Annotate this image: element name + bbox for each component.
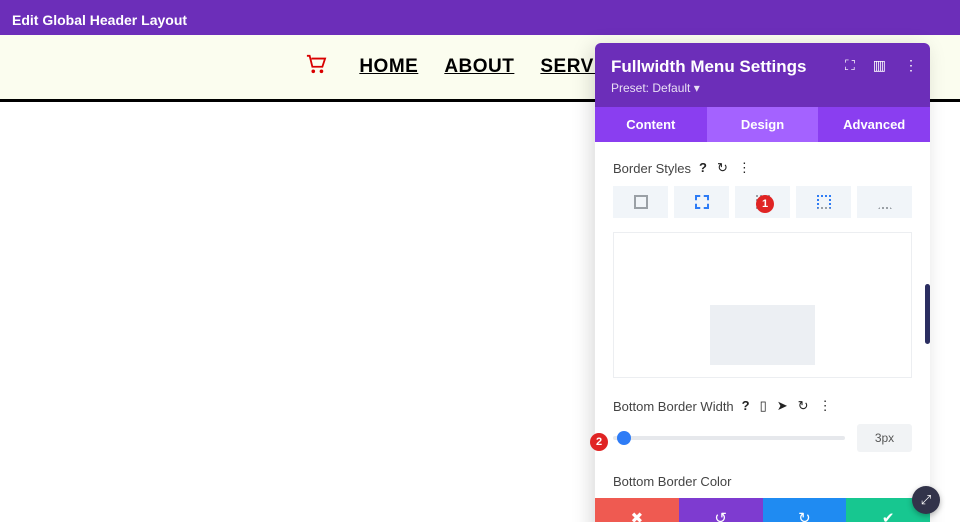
nav-home[interactable]: HOME [359,56,418,78]
panel-header: Fullwidth Menu Settings Preset: Default … [595,43,930,107]
undo-button[interactable]: ↺ [679,498,763,522]
edit-title-bar: Edit Global Header Layout [0,5,960,35]
reset-icon[interactable]: ↻ [798,398,809,414]
expand-icon[interactable]: ⛶ [845,57,855,74]
border-styles-label: Border Styles [613,161,691,176]
slider-thumb[interactable] [617,431,631,445]
redo-button[interactable]: ↻ [763,498,847,522]
bottom-width-label: Bottom Border Width [613,399,734,414]
cart-icon [305,54,327,80]
width-slider[interactable] [613,436,845,440]
more-icon[interactable]: ⋮ [904,57,918,74]
callout-badge-2: 2 [590,433,608,451]
border-preview [613,232,912,378]
help-icon[interactable]: ? [742,398,750,414]
border-all-dashed[interactable] [674,186,729,218]
width-value-input[interactable] [857,424,912,452]
tab-design[interactable]: Design [707,107,819,142]
tab-content[interactable]: Content [595,107,707,142]
panel-preset[interactable]: Preset: Default ▾ [611,81,914,95]
cursor-icon[interactable]: ➤ [777,398,788,414]
tablet-icon[interactable]: ▯ [760,398,767,414]
settings-panel: Fullwidth Menu Settings Preset: Default … [595,43,930,522]
border-bottom[interactable] [857,186,912,218]
nav-about[interactable]: ABOUT [444,56,514,78]
callout-badge-1: 1 [756,195,774,213]
columns-icon[interactable]: ▥ [873,57,886,74]
resize-handle[interactable]: ⤢ [912,486,940,514]
preview-fill [710,305,815,365]
scrollbar-thumb[interactable] [925,284,930,344]
bottom-color-label: Bottom Border Color [613,474,732,489]
border-all-solid[interactable] [613,186,668,218]
border-right[interactable] [796,186,851,218]
reset-icon[interactable]: ↻ [717,160,728,176]
tab-advanced[interactable]: Advanced [818,107,930,142]
help-icon[interactable]: ? [699,160,707,176]
panel-tabs: Content Design Advanced [595,107,930,142]
kebab-icon[interactable]: ⋮ [819,398,832,414]
panel-footer: ✖ ↺ ↻ ✔ [595,498,930,522]
kebab-icon[interactable]: ⋮ [738,160,751,176]
edit-title: Edit Global Header Layout [12,12,187,28]
cancel-button[interactable]: ✖ [595,498,679,522]
